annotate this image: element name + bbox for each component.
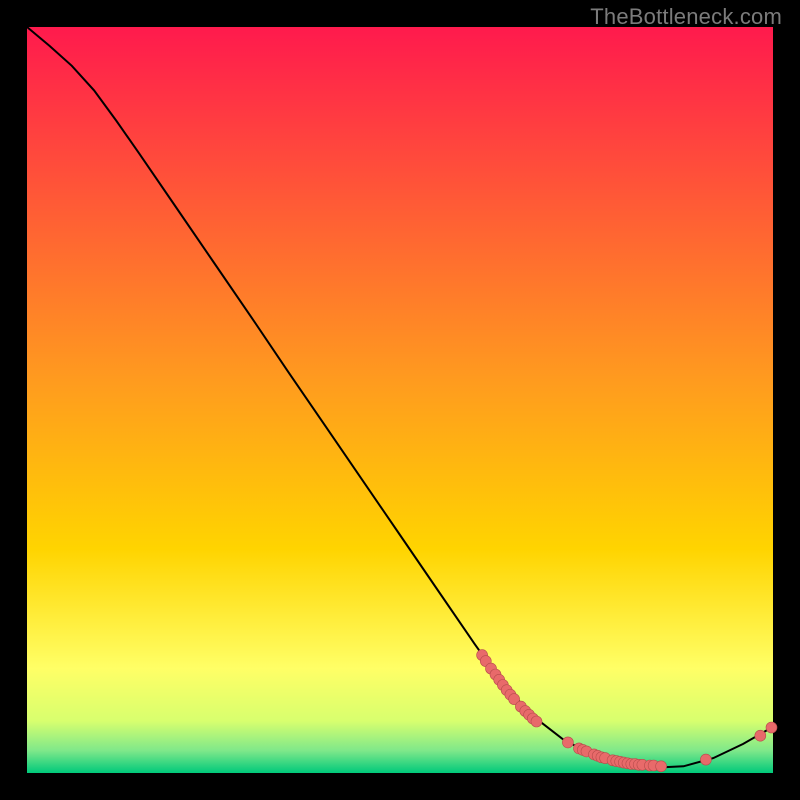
watermark-text: TheBottleneck.com [590, 4, 782, 30]
bottleneck-chart [0, 0, 800, 800]
data-marker [562, 737, 573, 748]
plot-background [27, 27, 773, 773]
data-marker [766, 722, 777, 733]
data-marker [656, 761, 667, 772]
data-marker [531, 716, 542, 727]
data-marker [755, 730, 766, 741]
data-marker [700, 754, 711, 765]
chart-frame: TheBottleneck.com [0, 0, 800, 800]
